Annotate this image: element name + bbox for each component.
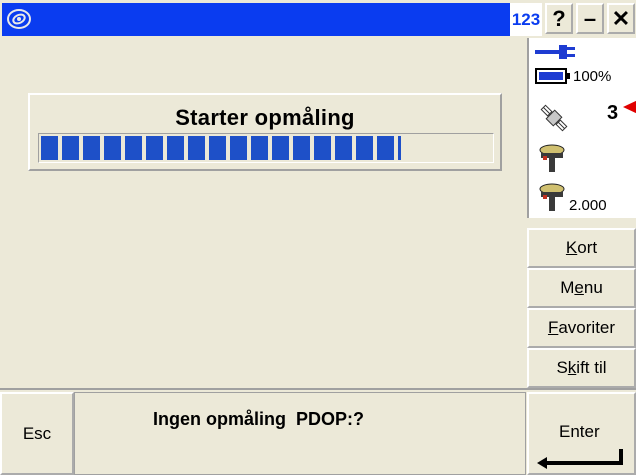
title-bar-background [2, 3, 512, 36]
main-area: Starter opmåling [0, 38, 525, 388]
antenna-height: 2.000 [569, 197, 607, 214]
menu-button-label: Menu [560, 278, 603, 297]
status-message: Ingen opmåling PDOP:? [153, 409, 364, 429]
esc-button[interactable]: Esc [0, 392, 74, 475]
status-message-area: Ingen opmåling PDOP:? [74, 392, 526, 475]
favorites-button[interactable]: Favoriter [527, 308, 636, 348]
close-button[interactable]: ✕ [607, 3, 635, 34]
alert-arrow-icon [623, 100, 636, 114]
enter-button[interactable]: Enter [527, 392, 636, 475]
sidebar: 100% 3 2.000 Kort Menu Favoriter Skift t… [527, 38, 636, 388]
help-icon: ? [552, 5, 566, 31]
battery-level: 100% [573, 68, 612, 85]
close-icon: ✕ [611, 5, 631, 31]
map-button[interactable]: Kort [527, 228, 636, 268]
status-panel: 100% 3 2.000 [527, 38, 636, 218]
power-plug-icon[interactable] [535, 42, 579, 62]
title-bar: 123 ? – ✕ [0, 0, 636, 38]
enter-button-label: Enter [559, 422, 600, 441]
satellite-icon[interactable] [537, 101, 571, 135]
minimize-icon: – [583, 5, 597, 31]
map-button-label: Kort [565, 238, 598, 257]
trimble-logo-icon[interactable] [6, 7, 32, 31]
gnss-receiver-icon[interactable] [539, 144, 565, 174]
bottom-bar: Esc Ingen opmåling PDOP:? Enter [0, 388, 636, 475]
progress-panel: Starter opmåling [28, 93, 502, 171]
switch-to-button[interactable]: Skift til [527, 348, 636, 388]
menu-button[interactable]: Menu [527, 268, 636, 308]
progress-title: Starter opmåling [175, 105, 355, 130]
minimize-button[interactable]: – [576, 3, 604, 34]
switch-to-button-label: Skift til [556, 358, 607, 377]
favorites-button-label: Favoriter [547, 318, 616, 337]
progress-bar [38, 133, 494, 163]
esc-button-label: Esc [22, 423, 52, 443]
rover-antenna-icon[interactable] [539, 183, 565, 213]
progress-bar-fill [41, 136, 401, 160]
satellite-count: 3 [607, 102, 619, 124]
enter-return-icon [537, 449, 623, 469]
input-mode-indicator[interactable]: 123 [510, 3, 542, 36]
battery-icon[interactable] [535, 68, 571, 84]
help-button[interactable]: ? [545, 3, 573, 34]
